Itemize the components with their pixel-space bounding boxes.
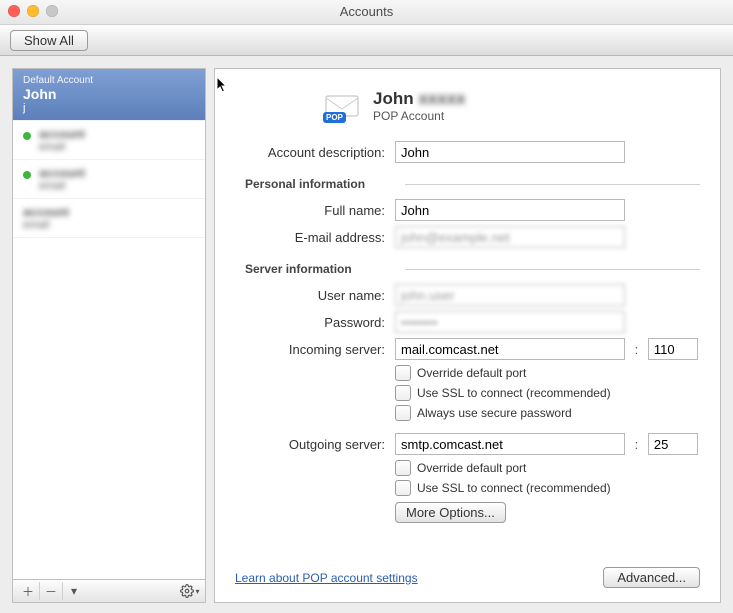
advanced-button[interactable]: Advanced... <box>603 567 700 588</box>
toolbar: Show All <box>0 25 733 56</box>
account-details: POP John xxxxx POP Account Account descr… <box>214 68 721 603</box>
gear-icon[interactable]: ▾ <box>179 582 201 600</box>
override-port-checkbox[interactable] <box>395 365 411 381</box>
window-title: Accounts <box>0 4 733 19</box>
override-port-checkbox-out[interactable] <box>395 460 411 476</box>
section-personal: Personal information <box>235 177 405 191</box>
label-username: User name: <box>235 288 395 303</box>
section-server: Server information <box>235 262 405 276</box>
override-port-label-out: Override default port <box>417 461 526 475</box>
label-outgoing: Outgoing server: <box>235 437 395 452</box>
port-separator: : <box>635 342 639 357</box>
account-email: j <box>23 102 195 114</box>
port-separator: : <box>635 437 639 452</box>
username-input[interactable] <box>395 284 625 306</box>
use-ssl-label-out: Use SSL to connect (recommended) <box>417 481 611 495</box>
account-item-selected[interactable]: Default Account John j <box>13 69 205 121</box>
label-incoming: Incoming server: <box>235 342 395 357</box>
divider <box>405 184 700 185</box>
titlebar: Accounts <box>0 0 733 25</box>
secure-password-checkbox[interactable] <box>395 405 411 421</box>
account-name: account <box>23 205 195 219</box>
account-email: email <box>39 180 195 192</box>
default-account-label: Default Account <box>23 75 195 86</box>
account-item[interactable]: account email <box>13 199 205 238</box>
label-email: E-mail address: <box>235 230 395 245</box>
override-port-label: Override default port <box>417 366 526 380</box>
mail-icon: POP <box>325 93 359 119</box>
incoming-port-input[interactable] <box>648 338 698 360</box>
description-input[interactable] <box>395 141 625 163</box>
learn-link[interactable]: Learn about POP account settings <box>235 571 418 585</box>
password-input[interactable] <box>395 311 625 333</box>
show-all-button[interactable]: Show All <box>10 30 88 51</box>
header-name: John <box>373 89 414 108</box>
accounts-sidebar: Default Account John j account email acc… <box>12 68 206 603</box>
fullname-input[interactable] <box>395 199 625 221</box>
label-description: Account description: <box>235 145 395 160</box>
dropdown-icon[interactable]: ▾ <box>63 582 85 600</box>
header-name-blur: xxxxx <box>418 89 465 108</box>
outgoing-port-input[interactable] <box>648 433 698 455</box>
divider <box>405 269 700 270</box>
account-item[interactable]: account email <box>13 160 205 199</box>
add-account-button[interactable]: ＋ <box>17 582 40 600</box>
account-name: account <box>39 166 195 180</box>
outgoing-server-input[interactable] <box>395 433 625 455</box>
use-ssl-checkbox-out[interactable] <box>395 480 411 496</box>
status-dot-icon <box>23 132 31 140</box>
use-ssl-checkbox[interactable] <box>395 385 411 401</box>
account-name: John <box>23 86 195 102</box>
header-type: POP Account <box>373 109 466 123</box>
incoming-server-input[interactable] <box>395 338 625 360</box>
status-dot-icon <box>23 171 31 179</box>
account-name: account <box>39 127 195 141</box>
label-fullname: Full name: <box>235 203 395 218</box>
more-options-button[interactable]: More Options... <box>395 502 506 523</box>
account-item[interactable]: account email <box>13 121 205 160</box>
account-email: email <box>23 219 195 231</box>
email-input[interactable] <box>395 226 625 248</box>
use-ssl-label: Use SSL to connect (recommended) <box>417 386 611 400</box>
secure-password-label: Always use secure password <box>417 406 572 420</box>
remove-account-button[interactable]: － <box>40 582 63 600</box>
label-password: Password: <box>235 315 395 330</box>
sidebar-footer: ＋ － ▾ ▾ <box>13 579 205 602</box>
account-email: email <box>39 141 195 153</box>
pop-badge: POP <box>323 112 346 123</box>
